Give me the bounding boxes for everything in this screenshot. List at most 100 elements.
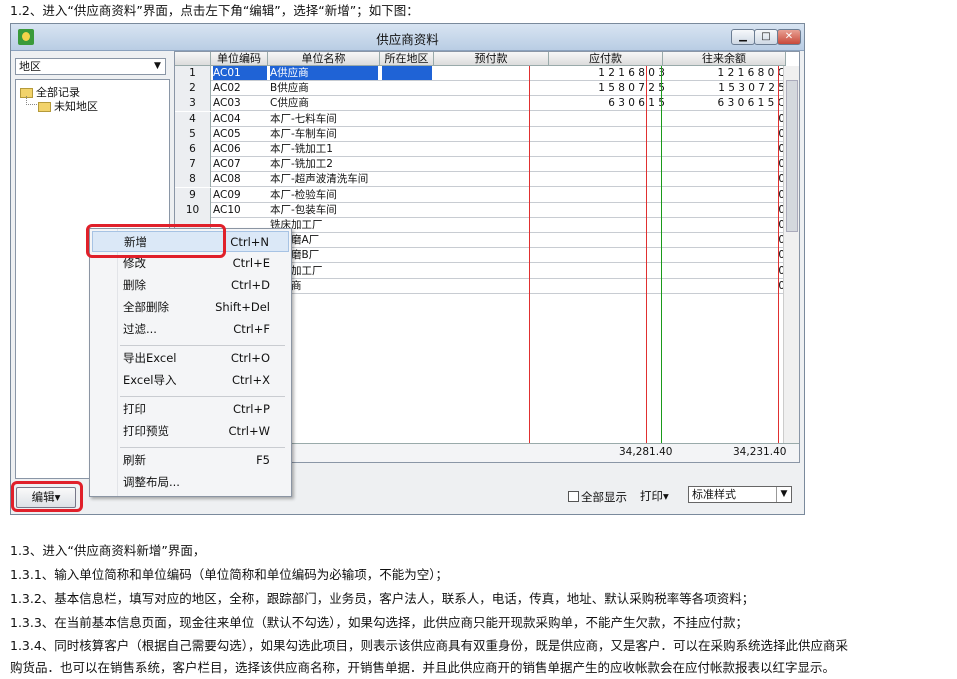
cell-code[interactable]: AC08 [213, 172, 267, 186]
cell-code[interactable]: AC10 [213, 203, 267, 217]
cell-payable[interactable] [595, 218, 665, 232]
cell-name[interactable]: 本厂-七料车间 [270, 112, 378, 126]
cell-balance[interactable]: 0 [713, 188, 785, 202]
cell-balance[interactable]: 0 [713, 203, 785, 217]
cell-region[interactable] [382, 264, 432, 278]
cell-payable[interactable] [595, 157, 665, 171]
cell-name[interactable]: B供应商 [270, 81, 378, 95]
cell-code[interactable]: AC07 [213, 157, 267, 171]
table-row[interactable]: 6 AC06 本厂-铣加工1 0 [175, 142, 799, 157]
cell-name[interactable]: 本厂-包装车间 [270, 203, 378, 217]
cell-payable[interactable] [595, 248, 665, 262]
show-all-checkbox[interactable]: 全部显示 [568, 489, 627, 505]
cell-region[interactable] [382, 203, 432, 217]
cell-region[interactable] [382, 218, 432, 232]
cell-region[interactable] [382, 142, 432, 156]
cell-name[interactable]: A供应商 [270, 66, 378, 80]
cell-region[interactable] [382, 66, 432, 80]
cell-region[interactable] [382, 248, 432, 262]
cell-payable[interactable]: 1 5 8 0 7 2 5 [595, 81, 665, 95]
close-button[interactable]: ✕ [777, 29, 801, 45]
column-header-region[interactable]: 所在地区 [380, 52, 434, 66]
cell-code[interactable]: AC01 [213, 66, 267, 80]
cell-payable[interactable] [595, 188, 665, 202]
menu-item-delete[interactable]: 删除 Ctrl+D [92, 275, 289, 296]
cell-balance[interactable]: 0 [713, 264, 785, 278]
cell-payable[interactable] [595, 142, 665, 156]
maximize-button[interactable]: □ [754, 29, 778, 45]
menu-item-print-preview[interactable]: 打印预览 Ctrl+W [92, 421, 289, 442]
cell-region[interactable] [382, 279, 432, 293]
vertical-scrollbar[interactable] [783, 66, 799, 444]
cell-payable[interactable] [595, 127, 665, 141]
table-row[interactable]: 3 AC03 C供应商 6 3 0 6 1 5 6 3 0 6 1 5 C [175, 96, 799, 112]
minimize-button[interactable]: ▁ [731, 29, 755, 45]
print-button[interactable]: 打印▾ [640, 488, 669, 504]
menu-item-print[interactable]: 打印 Ctrl+P [92, 399, 289, 420]
cell-region[interactable] [382, 112, 432, 126]
cell-region[interactable] [382, 81, 432, 95]
cell-name[interactable]: 本厂-铣加工2 [270, 157, 378, 171]
cell-balance[interactable]: 0 [713, 157, 785, 171]
cell-name[interactable]: 本厂-车制车间 [270, 127, 378, 141]
table-row[interactable]: 8 AC08 本厂-超声波清洗车间 0 [175, 172, 799, 188]
column-header-balance[interactable]: 往来余额 [663, 52, 786, 66]
cell-region[interactable] [382, 127, 432, 141]
cell-code[interactable]: AC04 [213, 112, 267, 126]
column-header-payable[interactable]: 应付款 [549, 52, 663, 66]
style-select[interactable]: 标准样式 ▼ [688, 486, 792, 503]
cell-region[interactable] [382, 172, 432, 186]
column-header-prepay[interactable]: 预付款 [434, 52, 549, 66]
cell-payable[interactable] [595, 233, 665, 247]
cell-balance[interactable]: 0 [713, 172, 785, 186]
menu-item-layout[interactable]: 调整布局... [92, 472, 289, 493]
table-row[interactable]: 4 AC04 本厂-七料车间 0 [175, 111, 799, 127]
cell-payable[interactable] [595, 279, 665, 293]
cell-balance[interactable]: 1 5 3 0 7 2 5 [713, 81, 785, 95]
cell-region[interactable] [382, 188, 432, 202]
cell-name[interactable]: 本厂-检验车间 [270, 188, 378, 202]
cell-code[interactable]: AC09 [213, 188, 267, 202]
cell-balance[interactable]: 0 [713, 142, 785, 156]
table-row[interactable]: 7 AC07 本厂-铣加工2 0 [175, 157, 799, 173]
cell-region[interactable] [382, 157, 432, 171]
cell-payable[interactable] [595, 203, 665, 217]
cell-code[interactable]: AC03 [213, 96, 267, 110]
menu-item-delete-all[interactable]: 全部删除 Shift+Del [92, 297, 289, 318]
cell-payable[interactable] [595, 172, 665, 186]
table-row[interactable]: 2 AC02 B供应商 1 5 8 0 7 2 5 1 5 3 0 7 2 5 [175, 81, 799, 97]
cell-balance[interactable]: 0 [713, 127, 785, 141]
cell-balance[interactable]: 1 2 1 6 8 0 C [713, 66, 785, 80]
cell-name[interactable]: 本厂-超声波清洗车间 [270, 172, 378, 186]
cell-balance[interactable]: 0 [713, 112, 785, 126]
column-header-code[interactable]: 单位编码 [211, 52, 268, 66]
menu-item-refresh[interactable]: 刷新 F5 [92, 450, 289, 471]
cell-region[interactable] [382, 233, 432, 247]
cell-balance[interactable]: 0 [713, 233, 785, 247]
table-row[interactable]: 9 AC09 本厂-检验车间 0 [175, 187, 799, 203]
cell-payable[interactable] [595, 264, 665, 278]
cell-payable[interactable]: 1 2 1 6 8 0 3 [595, 66, 665, 80]
column-header-name[interactable]: 单位名称 [268, 52, 380, 66]
tree-node-unknown[interactable]: 未知地区 [38, 98, 98, 114]
menu-item-import-excel[interactable]: Excel导入 Ctrl+X [92, 370, 289, 391]
cell-code[interactable]: AC06 [213, 142, 267, 156]
menu-item-filter[interactable]: 过滤... Ctrl+F [92, 319, 289, 340]
cell-region[interactable] [382, 96, 432, 110]
cell-balance[interactable]: 0 [713, 248, 785, 262]
menu-item-export-excel[interactable]: 导出Excel Ctrl+O [92, 348, 289, 369]
scrollbar-thumb[interactable] [786, 80, 798, 232]
table-row[interactable]: 5 AC05 本厂-车制车间 0 [175, 126, 799, 142]
cell-payable[interactable] [595, 112, 665, 126]
cell-name[interactable]: 本厂-铣加工1 [270, 142, 378, 156]
cell-name[interactable]: C供应商 [270, 96, 378, 110]
table-row[interactable]: 1 AC01 A供应商 1 2 1 6 8 0 3 1 2 1 6 8 0 C [175, 66, 799, 81]
cell-balance[interactable]: 0 [713, 279, 785, 293]
cell-balance[interactable]: 0 [713, 218, 785, 232]
table-row[interactable]: 10 AC10 本厂-包装车间 0 [175, 202, 799, 218]
cell-code[interactable]: AC02 [213, 81, 267, 95]
cell-payable[interactable]: 6 3 0 6 1 5 [595, 96, 665, 110]
cell-code[interactable]: AC05 [213, 127, 267, 141]
region-select[interactable]: 地区 ▼ [15, 58, 166, 75]
cell-balance[interactable]: 6 3 0 6 1 5 C [713, 96, 785, 110]
